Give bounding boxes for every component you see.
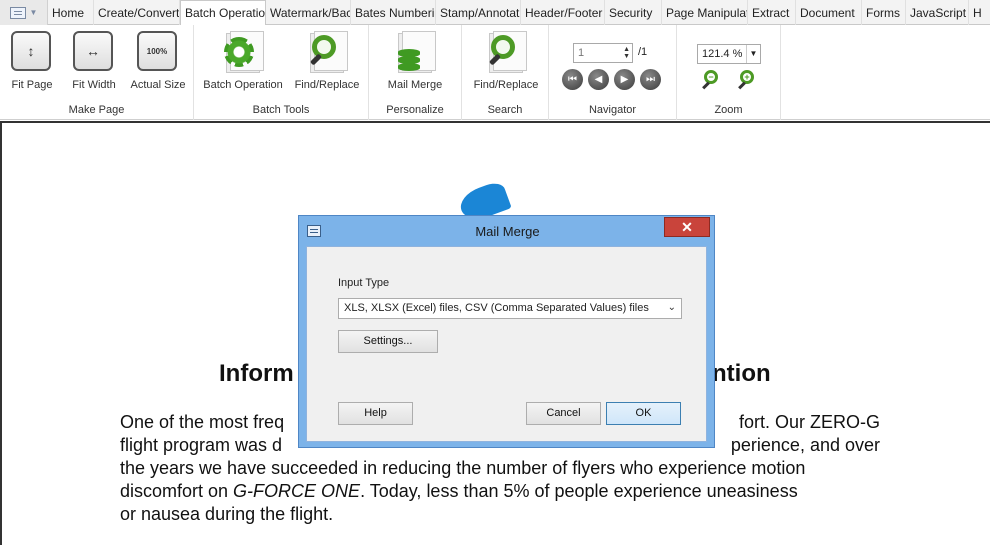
first-page-button[interactable]: ⏮ xyxy=(562,69,583,90)
spinner-icon[interactable]: ▲ ▼ xyxy=(623,46,630,60)
group-search: Find/Replace Search xyxy=(462,25,549,120)
tab-extract[interactable]: Extract xyxy=(748,0,796,25)
chevron-down-icon: ▼ xyxy=(29,8,38,17)
tab-header-footer[interactable]: Header/Footer xyxy=(521,0,605,25)
ribbon-toolbar: ↕ Fit Page ↔ Fit Width 100% Actual Size … xyxy=(0,25,990,120)
chevron-down-icon: ⌄ xyxy=(667,302,676,313)
close-button[interactable]: ✕ xyxy=(664,217,710,237)
batch-operation-button[interactable]: Batch Operation xyxy=(200,31,286,91)
zoom-out-button[interactable]: − xyxy=(701,69,723,91)
page-total: /1 xyxy=(638,46,648,58)
close-icon: ✕ xyxy=(681,219,693,235)
group-make-page: ↕ Fit Page ↔ Fit Width 100% Actual Size … xyxy=(0,25,194,120)
group-label-personalize: Personalize xyxy=(386,104,444,116)
group-personalize: Mail Merge Personalize xyxy=(369,25,462,120)
batch-operation-label: Batch Operation xyxy=(203,79,283,91)
fit-width-icon: ↔ xyxy=(73,31,113,71)
next-page-button[interactable]: ▶ xyxy=(614,69,635,90)
group-label-batch-tools: Batch Tools xyxy=(252,104,310,116)
actual-size-icon: 100% xyxy=(137,31,177,71)
group-navigator: 1 ▲ ▼ /1 ⏮ ◀ ▶ ⏭ Navigator xyxy=(549,25,677,120)
batch-find-replace-button[interactable]: Find/Replace xyxy=(290,31,364,91)
tab-batch-operation[interactable]: Batch Operatio xyxy=(180,0,266,26)
fit-page-label: Fit Page xyxy=(11,79,53,91)
first-page-icon: ⏮ xyxy=(568,74,577,85)
mail-merge-button[interactable]: Mail Merge xyxy=(379,31,451,91)
ribbon-tab-bar: ▼ Home Create/Convert Batch Operatio Wat… xyxy=(0,0,990,26)
tab-bates-numbering[interactable]: Bates Numberi xyxy=(351,0,436,25)
group-label-navigator: Navigator xyxy=(588,104,637,116)
tab-watermark-background[interactable]: Watermark/Bac xyxy=(266,0,351,25)
gear-icon xyxy=(224,37,254,67)
last-page-icon: ⏭ xyxy=(646,74,655,85)
cancel-button[interactable]: Cancel xyxy=(526,402,601,425)
page-number-input[interactable]: 1 ▲ ▼ xyxy=(573,43,633,63)
input-type-select[interactable]: XLS, XLSX (Excel) files, CSV (Comma Sepa… xyxy=(338,298,682,319)
settings-button[interactable]: Settings... xyxy=(338,330,438,353)
last-page-button[interactable]: ⏭ xyxy=(640,69,661,90)
dialog-title-bar[interactable]: Mail Merge ✕ xyxy=(299,216,716,246)
actual-size-button[interactable]: 100% Actual Size xyxy=(128,31,188,91)
zoom-in-button[interactable]: + xyxy=(737,69,759,91)
chevron-down-icon: ▼ xyxy=(746,45,760,63)
tab-home[interactable]: Home xyxy=(48,0,94,25)
document-heading-left: Inform xyxy=(219,360,294,387)
fit-page-icon: ↕ xyxy=(11,31,51,71)
dialog-title: Mail Merge xyxy=(475,224,540,239)
batch-find-replace-label: Find/Replace xyxy=(294,79,360,91)
group-label-search: Search xyxy=(487,104,523,116)
app-menu-button[interactable]: ▼ xyxy=(0,0,48,25)
group-batch-tools: Batch Operation Find/Replace Batch Tools xyxy=(194,25,369,120)
document-heading-right: ntion xyxy=(712,360,771,387)
group-zoom: 121.4 % ▼ − + Zoom xyxy=(677,25,781,120)
tab-forms[interactable]: Forms xyxy=(862,0,906,25)
previous-page-icon: ◀ xyxy=(594,74,603,85)
tab-javascript[interactable]: JavaScript xyxy=(906,0,969,25)
actual-size-label: Actual Size xyxy=(130,79,186,91)
previous-page-button[interactable]: ◀ xyxy=(588,69,609,90)
mail-merge-label: Mail Merge xyxy=(387,79,443,91)
dialog-body: Input Type XLS, XLSX (Excel) files, CSV … xyxy=(306,246,707,442)
tab-create-convert[interactable]: Create/Convert xyxy=(94,0,180,25)
tab-security[interactable]: Security xyxy=(605,0,662,25)
fit-width-button[interactable]: ↔ Fit Width xyxy=(68,31,120,91)
help-button[interactable]: Help xyxy=(338,402,413,425)
input-type-label: Input Type xyxy=(338,277,390,289)
tab-document[interactable]: Document xyxy=(796,0,862,25)
group-label-zoom: Zoom xyxy=(714,104,743,116)
group-label-make-page: Make Page xyxy=(68,104,125,116)
tab-page-manipulation[interactable]: Page Manipulat xyxy=(662,0,748,25)
find-replace-label: Find/Replace xyxy=(473,79,539,91)
mail-merge-icon xyxy=(394,31,436,73)
mail-merge-dialog: Mail Merge ✕ Input Type XLS, XLSX (Excel… xyxy=(298,215,715,448)
tab-stamp-annotation[interactable]: Stamp/Annotat xyxy=(436,0,521,25)
ok-button[interactable]: OK xyxy=(606,402,681,425)
find-replace-button[interactable]: Find/Replace xyxy=(470,31,542,91)
zoom-select[interactable]: 121.4 % ▼ xyxy=(697,44,761,64)
menu-icon xyxy=(9,6,26,19)
fit-page-button[interactable]: ↕ Fit Page xyxy=(8,31,56,91)
tab-help[interactable]: H xyxy=(969,0,988,25)
fit-width-label: Fit Width xyxy=(72,79,116,91)
next-page-icon: ▶ xyxy=(620,74,629,85)
